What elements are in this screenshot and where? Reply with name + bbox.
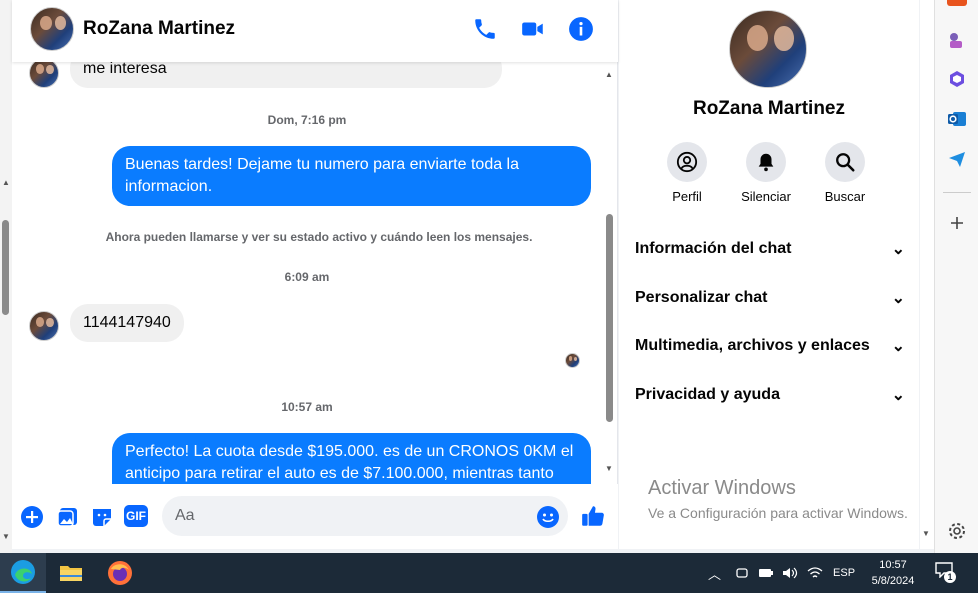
chevron-down-icon: ⌄ <box>891 338 905 355</box>
section-label: Información del chat <box>635 240 792 257</box>
input-language[interactable]: ESP <box>833 567 855 579</box>
message-text: me interesa <box>83 62 167 77</box>
sticker-icon[interactable] <box>90 505 114 529</box>
composer: GIF <box>12 484 618 549</box>
chevron-down-icon: ⌄ <box>891 290 905 307</box>
timestamp: Dom, 7:16 pm <box>267 113 347 127</box>
timestamp: 10:57 am <box>281 400 333 414</box>
mute-label: Silenciar <box>741 189 791 204</box>
section-label: Privacidad y ayuda <box>635 386 780 403</box>
games-icon[interactable] <box>947 30 967 50</box>
search-label: Buscar <box>824 189 866 204</box>
edge-taskbar-button[interactable] <box>0 553 46 593</box>
wifi-icon[interactable] <box>807 566 823 580</box>
windows-activation-watermark: Activar Windows Ve a Configuración para … <box>648 477 908 521</box>
gif-icon[interactable]: GIF <box>124 505 148 527</box>
video-call-icon[interactable] <box>520 16 546 42</box>
scrollbar-thumb[interactable] <box>2 220 9 315</box>
section-privacy-help[interactable]: Privacidad y ayuda ⌄ <box>635 380 905 410</box>
scroll-up-arrow-icon[interactable]: ▲ <box>2 178 10 187</box>
taskbar-clock[interactable]: 10:57 5/8/2024 <box>862 557 924 589</box>
message-text: 1144147940 <box>83 314 171 331</box>
section-customize-chat[interactable]: Personalizar chat ⌄ <box>635 283 905 313</box>
send-icon[interactable] <box>947 149 967 169</box>
notification-count-badge: 1 <box>944 571 956 583</box>
scrollbar-thumb[interactable] <box>606 214 613 422</box>
screen: ▲ ▼ RoZana Martinez me interesa Dom, 7:1… <box>0 0 978 593</box>
bell-icon <box>758 153 774 172</box>
volume-icon[interactable] <box>782 566 798 580</box>
sender-avatar[interactable] <box>29 62 59 88</box>
message-input[interactable] <box>162 496 568 536</box>
contact-name[interactable]: RoZana Martinez <box>83 18 235 40</box>
search-button[interactable]: Buscar <box>815 142 875 204</box>
image-icon[interactable] <box>56 505 80 529</box>
show-hidden-icons-chevron-icon[interactable]: ︿ <box>708 564 721 583</box>
scroll-down-arrow-icon[interactable]: ▼ <box>605 464 613 473</box>
message-text: Buenas tardes! Dejame tu numero para env… <box>125 156 520 195</box>
taskbar: ︿ ESP 10:57 5/8/2024 1 <box>0 553 978 593</box>
system-tray: ︿ ESP <box>708 553 855 593</box>
plus-circle-icon[interactable] <box>20 505 44 529</box>
chat-panel: RoZana Martinez me interesa Dom, 7:16 pm <box>12 0 618 549</box>
file-explorer-taskbar-button[interactable] <box>48 553 94 593</box>
chevron-down-icon: ⌄ <box>891 241 905 258</box>
add-icon[interactable] <box>947 213 967 233</box>
firefox-icon <box>108 561 132 585</box>
message-text: Perfecto! La cuota desde $195.000. es de… <box>125 443 574 482</box>
browser-sidebar <box>934 0 978 553</box>
system-notice: Ahora pueden llamarse y ver su estado ac… <box>105 230 533 244</box>
notification-center-button[interactable]: 1 <box>935 562 957 584</box>
message-list[interactable]: me interesa Dom, 7:16 pm Buenas tardes! … <box>12 62 618 484</box>
section-label: Personalizar chat <box>635 289 768 306</box>
profile-icon <box>676 151 698 173</box>
info-scrollbar[interactable]: ▼ <box>920 0 934 549</box>
section-label: Multimedia, archivos y enlaces <box>635 337 870 354</box>
clock-date: 5/8/2024 <box>871 575 915 587</box>
left-scrollbar[interactable]: ▲ ▼ <box>0 0 12 553</box>
outlook-icon[interactable] <box>947 109 967 129</box>
watermark-title: Activar Windows <box>648 477 796 499</box>
search-icon <box>836 153 855 172</box>
chat-header: RoZana Martinez <box>12 0 618 62</box>
info-icon[interactable] <box>568 16 594 42</box>
file-explorer-icon <box>60 566 82 581</box>
sender-avatar[interactable] <box>29 311 59 341</box>
watermark-subtitle: Ve a Configuración para activar Windows. <box>648 505 908 521</box>
office-icon[interactable] <box>947 0 967 6</box>
mute-button[interactable]: Silenciar <box>736 142 796 204</box>
clock-time: 10:57 <box>879 559 907 571</box>
edge-icon <box>11 560 35 584</box>
emoji-icon[interactable] <box>536 505 560 529</box>
chevron-down-icon: ⌄ <box>891 387 905 404</box>
profile-button[interactable]: Perfil <box>657 142 717 204</box>
section-chat-info[interactable]: Información del chat ⌄ <box>635 234 905 264</box>
scroll-down-arrow-icon[interactable]: ▼ <box>2 532 10 541</box>
meet-now-icon[interactable] <box>735 566 749 580</box>
like-icon[interactable] <box>580 503 606 529</box>
settings-gear-icon[interactable] <box>947 521 967 541</box>
contact-avatar[interactable] <box>30 7 74 51</box>
scroll-down-arrow-icon[interactable]: ▼ <box>922 529 930 538</box>
contact-avatar-large[interactable] <box>729 10 807 88</box>
chat-info-panel: RoZana Martinez Perfil Silenciar Buscar … <box>619 0 919 549</box>
incoming-message[interactable]: me interesa <box>70 62 502 88</box>
timestamp: 6:09 am <box>284 270 330 284</box>
outgoing-message[interactable]: Buenas tardes! Dejame tu numero para env… <box>112 146 591 206</box>
firefox-taskbar-button[interactable] <box>97 553 143 593</box>
phone-icon[interactable] <box>472 16 498 42</box>
outgoing-message[interactable]: Perfecto! La cuota desde $195.000. es de… <box>112 433 591 484</box>
incoming-message[interactable]: 1144147940 <box>70 304 184 342</box>
copilot-icon[interactable] <box>947 69 967 89</box>
read-receipt-avatar <box>565 353 580 368</box>
profile-label: Perfil <box>672 189 702 204</box>
messages-scrollbar[interactable]: ▲ ▼ <box>605 68 613 480</box>
section-media-files-links[interactable]: Multimedia, archivos y enlaces ⌄ <box>635 331 905 361</box>
battery-icon[interactable] <box>758 567 774 579</box>
sidebar-divider <box>943 192 971 193</box>
scroll-up-arrow-icon[interactable]: ▲ <box>605 70 613 79</box>
contact-name: RoZana Martinez <box>692 98 846 119</box>
